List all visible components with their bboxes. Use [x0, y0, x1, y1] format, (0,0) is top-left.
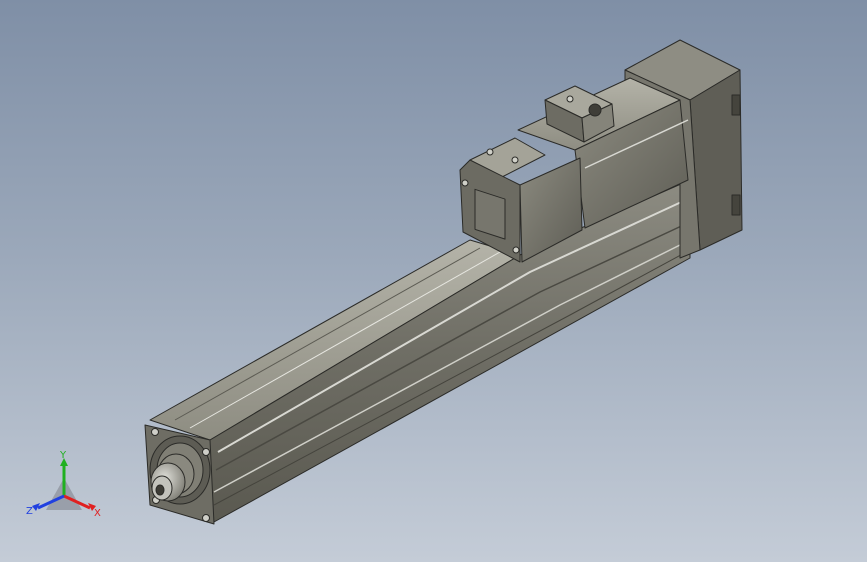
- x-axis-label: X: [94, 508, 101, 519]
- vent-slot: [731, 94, 741, 116]
- actuator-body[interactable]: [149, 179, 691, 523]
- screw-icon: [461, 179, 469, 187]
- z-axis-label: Z: [26, 506, 33, 517]
- bolt-icon: [202, 448, 210, 456]
- orientation-triad[interactable]: Y X Z: [24, 448, 104, 524]
- vent-slot: [731, 194, 741, 216]
- bolt-icon: [151, 428, 159, 436]
- bolt-icon: [202, 514, 210, 522]
- screw-icon: [566, 95, 574, 103]
- linear-actuator-model[interactable]: [144, 39, 743, 525]
- screw-icon: [486, 148, 494, 156]
- screw-icon: [511, 156, 519, 164]
- cad-viewport[interactable]: [0, 0, 867, 562]
- screw-icon: [512, 246, 520, 254]
- y-axis-label: Y: [59, 450, 67, 461]
